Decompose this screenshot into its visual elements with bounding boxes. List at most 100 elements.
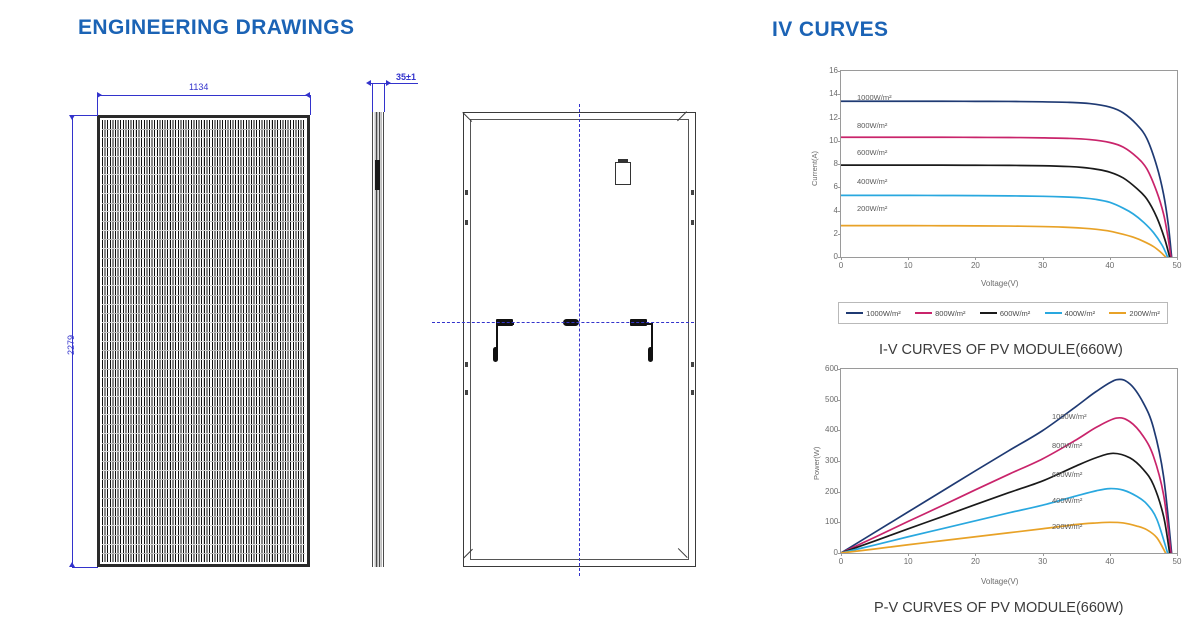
legend-item: 1000W/m² (846, 309, 901, 318)
solar-cell (136, 415, 169, 433)
solar-cell (102, 378, 135, 396)
solar-cell (170, 267, 203, 286)
x-tick-label: 0 (838, 261, 844, 270)
solar-cell (204, 323, 237, 341)
series-annotation: 600W/m² (1052, 470, 1083, 479)
curve-800W/m² (840, 136, 1172, 258)
solar-cell (238, 193, 271, 212)
page-title-engineering-drawings: ENGINEERING DRAWINGS (78, 16, 355, 39)
solar-cell (136, 396, 169, 415)
x-tick-label: 20 (970, 261, 980, 270)
corner-top-right (677, 111, 696, 122)
solar-cell (204, 175, 237, 193)
x-tick-label: 10 (903, 557, 913, 566)
iv-chart-caption: I-V CURVES OF PV MODULE(660W) (879, 342, 1123, 358)
solar-cell (102, 323, 135, 341)
y-tick-label: 14 (829, 89, 838, 99)
width-ext-right (310, 95, 311, 115)
x-tick-mark (1042, 257, 1044, 260)
solar-cell (204, 507, 237, 526)
legend-item: 200W/m² (1109, 308, 1160, 318)
solar-cell (136, 193, 169, 212)
solar-cell (170, 526, 203, 544)
legend-swatch-icon (1044, 311, 1062, 315)
y-tick-mark (838, 117, 841, 119)
height-arrow-bottom (69, 562, 75, 567)
solar-cell (238, 544, 271, 562)
mounting-hole (691, 362, 694, 367)
solar-cell (238, 359, 271, 378)
pv-chart-plot-area (840, 368, 1178, 554)
solar-cell (272, 138, 305, 156)
solar-cell (102, 175, 135, 193)
solar-cell (238, 267, 271, 286)
thickness-dimension-line (370, 83, 418, 84)
solar-cell (204, 489, 237, 507)
solar-cell (170, 507, 203, 526)
width-arrow-left (97, 92, 102, 98)
solar-cell (136, 267, 169, 286)
solar-cell (102, 212, 135, 230)
x-tick-mark (1177, 257, 1178, 260)
solar-cell (238, 175, 271, 193)
solar-cell (170, 156, 203, 175)
y-tick-label: 200 (825, 486, 839, 496)
solar-cell (204, 470, 237, 489)
solar-cell (272, 341, 305, 359)
solar-cell (238, 120, 271, 138)
solar-cell-grid (102, 120, 305, 562)
curve-200W/m² (840, 224, 1167, 258)
y-tick-label: 16 (829, 66, 838, 75)
solar-cell (102, 138, 135, 156)
solar-cell (204, 433, 237, 452)
y-tick-mark (838, 94, 841, 96)
solar-cell (170, 323, 203, 341)
curve-400W/m² (840, 487, 1169, 554)
solar-cell (272, 120, 305, 138)
solar-cell (102, 452, 135, 470)
x-tick-label: 30 (1038, 557, 1048, 566)
height-dimension-label: 2279 (66, 334, 76, 355)
solar-cell (204, 544, 237, 562)
x-tick-mark (1042, 553, 1044, 556)
solar-cell (136, 175, 169, 193)
solar-cell (238, 249, 271, 267)
legend-swatch-icon (846, 311, 864, 315)
solar-cell (238, 138, 271, 156)
solar-cell (170, 396, 203, 415)
height-ext-top (72, 115, 98, 116)
corner-bottom-left (463, 548, 473, 567)
legend-item: 600W/m² (979, 309, 1030, 318)
solar-cell (136, 286, 169, 304)
solar-cell (136, 489, 169, 507)
y-tick-label: 8 (833, 159, 838, 168)
solar-cell (204, 249, 237, 267)
solar-cell (238, 212, 271, 230)
y-tick-label: 0 (833, 548, 838, 557)
x-tick-label: 50 (1172, 557, 1182, 566)
series-annotation: 400W/m² (1052, 496, 1083, 505)
y-tick-label: 600 (825, 364, 839, 373)
x-tick-label: 40 (1105, 557, 1115, 566)
width-arrow-right (305, 92, 310, 98)
solar-cell (238, 489, 271, 507)
solar-cell (204, 193, 237, 212)
series-annotation: 600W/m² (857, 148, 888, 157)
solar-cell (102, 470, 135, 489)
iv-chart-legend: 1000W/m² 800W/m² 600W/m² 400W/m² 200W/m² (838, 302, 1168, 324)
solar-cell (272, 323, 305, 341)
solar-cell (170, 138, 203, 156)
solar-cell (102, 304, 135, 323)
solar-cell (204, 378, 237, 396)
cable-left (496, 324, 498, 350)
thickness-arrow-left (366, 80, 371, 86)
height-arrow-top (69, 115, 75, 120)
legend-label: 200W/m² (1129, 308, 1160, 318)
solar-cell (204, 341, 237, 359)
mounting-hole (691, 190, 694, 195)
solar-cell (136, 507, 169, 526)
solar-cell (136, 120, 169, 138)
solar-cell (238, 323, 271, 341)
solar-cell (102, 396, 135, 415)
solar-cell (136, 470, 169, 489)
